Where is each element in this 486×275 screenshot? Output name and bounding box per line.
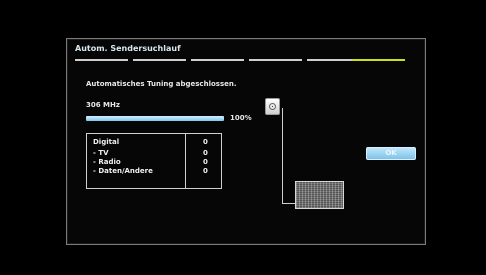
results-row-radio: - Radio 0 [93,158,215,167]
tv-screen-icon [295,181,344,209]
results-label: - TV [93,149,109,157]
ok-button[interactable]: OK [366,147,416,160]
antenna-cable [282,108,283,204]
scan-status-text: Automatisches Tuning abgeschlossen. [86,80,237,88]
wizard-step-6 [352,59,405,61]
results-row-digital: Digital 0 [93,138,215,147]
wizard-step-1 [75,59,128,61]
results-row-tv: - TV 0 [93,149,215,158]
antenna-cable [282,203,295,204]
wizard-step-4 [249,59,302,61]
auto-channel-scan-dialog: Autom. Sendersuchlauf Automatisches Tuni… [66,38,426,245]
dialog-title: Autom. Sendersuchlauf [75,44,181,53]
results-table: Digital 0 - TV 0 - Radio 0 - Daten/Ander… [86,133,222,189]
coax-connector [269,103,276,110]
wizard-step-3 [191,59,244,61]
scan-frequency: 306 MHz [86,101,120,109]
results-row-data-other: - Daten/Andere 0 [93,167,215,176]
scan-progress-bar [86,116,224,121]
results-label: Digital [93,138,120,146]
scan-progress-fill [86,116,224,121]
results-value: 0 [203,138,208,146]
antenna-socket-icon [265,98,280,115]
results-value: 0 [203,167,208,175]
results-value: 0 [203,158,208,166]
results-label: - Daten/Andere [93,167,153,175]
wizard-step-2 [133,59,186,61]
scan-progress-percent: 100% [230,114,252,122]
results-label: - Radio [93,158,121,166]
results-value: 0 [203,149,208,157]
